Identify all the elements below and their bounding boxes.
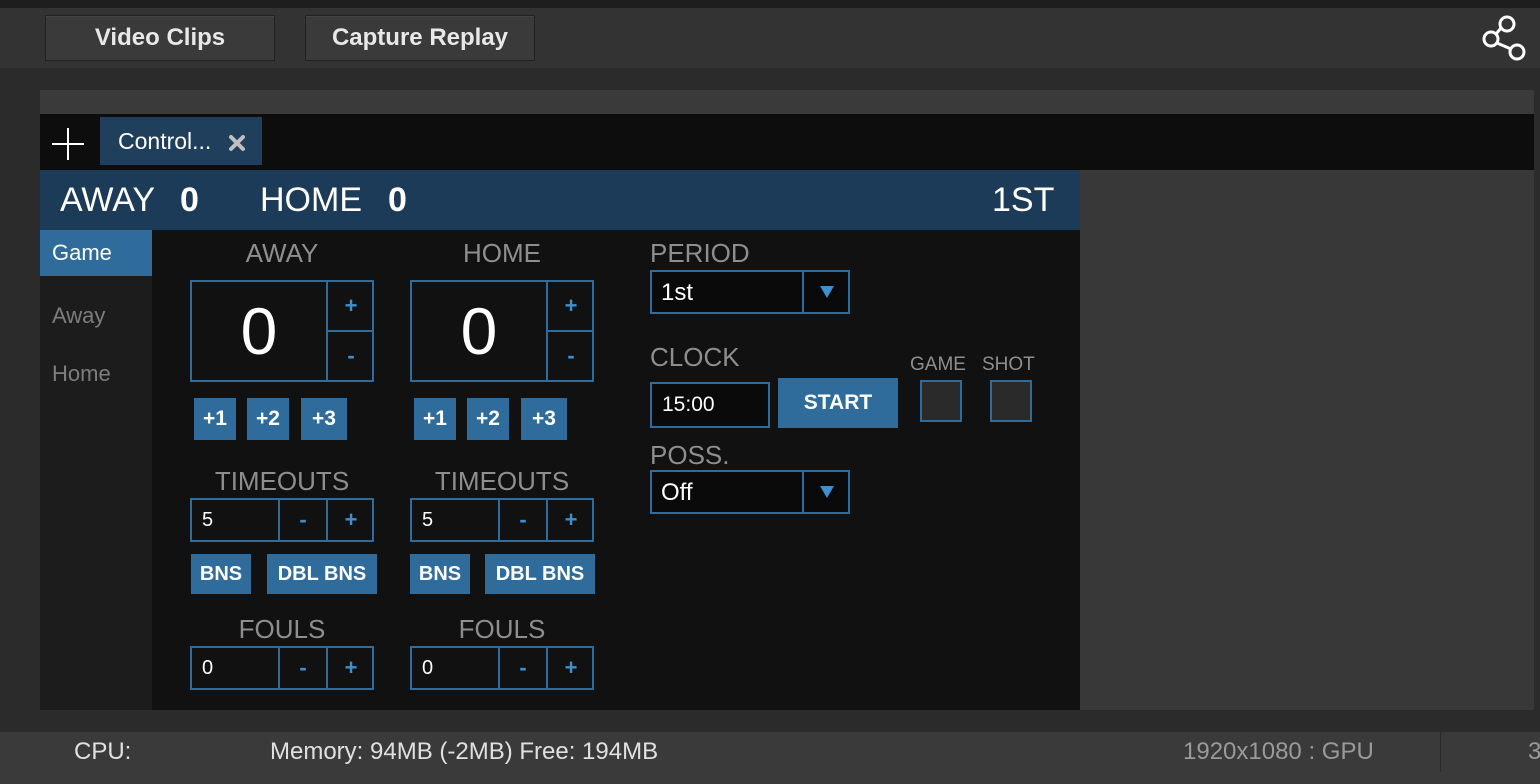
home-fouls-stepper: 0 - +	[410, 646, 594, 690]
home-plus1-button[interactable]: +1	[414, 398, 456, 440]
away-fouls-label: FOULS	[238, 614, 326, 644]
away-timeouts-value[interactable]: 5	[202, 500, 213, 540]
sidebar-item-label: Home	[52, 361, 111, 386]
game-clock-checkbox[interactable]	[920, 380, 962, 422]
home-team-label: HOME	[260, 180, 362, 219]
away-score-minus-button[interactable]: -	[326, 332, 374, 380]
away-fouls-value[interactable]: 0	[202, 648, 213, 688]
home-timeouts-stepper: 5 - +	[410, 498, 594, 542]
away-score-box: 0 + -	[190, 280, 374, 382]
home-score-plus-button[interactable]: +	[546, 282, 594, 332]
away-score-value: 0	[240, 294, 278, 368]
away-timeouts-label: TIMEOUTS	[214, 466, 350, 496]
sidebar-item-game[interactable]: Game	[40, 230, 152, 276]
away-plus2-button[interactable]: +2	[247, 398, 289, 440]
game-clock-label: GAME	[910, 354, 966, 375]
empty-panel-area	[1080, 170, 1534, 710]
away-column-label: AWAY	[245, 238, 319, 268]
resolution-readout: 1920x1080 : GPU	[1183, 738, 1374, 765]
possession-select[interactable]: Off	[650, 470, 850, 514]
tab-bar	[40, 114, 1534, 170]
away-timeouts-plus-button[interactable]: +	[326, 500, 374, 540]
home-plus2-button[interactable]: +2	[467, 398, 509, 440]
home-timeouts-plus-button[interactable]: +	[546, 500, 594, 540]
away-score-plus-button[interactable]: +	[326, 282, 374, 332]
period-label: PERIOD	[650, 238, 750, 268]
home-double-bonus-button[interactable]: DBL BNS	[485, 554, 595, 594]
close-icon[interactable]	[228, 134, 246, 152]
home-score-minus-button[interactable]: -	[546, 332, 594, 380]
sidebar-item-label: Game	[52, 240, 112, 265]
home-fouls-plus-button[interactable]: +	[546, 648, 594, 688]
home-plus3-button[interactable]: +3	[521, 398, 567, 440]
scoreboard-header: AWAY 0 HOME 0 1ST	[40, 170, 1080, 230]
possession-select-value: Off	[661, 479, 693, 506]
away-timeouts-stepper: 5 - +	[190, 498, 374, 542]
away-plus3-button[interactable]: +3	[301, 398, 347, 440]
away-bonus-button[interactable]: BNS	[191, 554, 251, 594]
clock-start-button[interactable]: START	[778, 378, 898, 428]
home-team-score: 0	[388, 180, 407, 219]
status-bar: CPU: Memory: 94MB (-2MB) Free: 194MB 192…	[0, 732, 1540, 784]
period-select-value: 1st	[661, 279, 694, 306]
away-double-bonus-button[interactable]: DBL BNS	[267, 554, 377, 594]
home-score-value: 0	[460, 294, 498, 368]
home-bonus-button[interactable]: BNS	[410, 554, 470, 594]
home-timeouts-value[interactable]: 5	[422, 500, 433, 540]
sidebar-item-label: Away	[52, 303, 106, 328]
away-plus1-button[interactable]: +1	[194, 398, 236, 440]
away-fouls-minus-button[interactable]: -	[278, 648, 326, 688]
period-select[interactable]: 1st	[650, 270, 850, 314]
panel-header-strip	[40, 90, 1534, 114]
home-fouls-value[interactable]: 0	[422, 648, 433, 688]
tab-control[interactable]: Control...	[100, 117, 262, 165]
add-tab-icon[interactable]	[50, 126, 86, 162]
status-divider	[1440, 732, 1441, 772]
clock-input[interactable]	[652, 384, 768, 426]
away-timeouts-minus-button[interactable]: -	[278, 500, 326, 540]
memory-readout: Memory: 94MB (-2MB) Free: 194MB	[270, 738, 659, 765]
toolbar: Video Clips Capture Replay	[0, 8, 1540, 68]
dropdown-arrow-icon	[802, 272, 850, 312]
away-fouls-plus-button[interactable]: +	[326, 648, 374, 688]
home-score-box: 0 + -	[410, 280, 594, 382]
home-timeouts-minus-button[interactable]: -	[498, 500, 546, 540]
sidebar-item-away[interactable]: Away	[40, 293, 152, 339]
home-timeouts-label: TIMEOUTS	[434, 466, 570, 496]
away-fouls-stepper: 0 - +	[190, 646, 374, 690]
home-fouls-minus-button[interactable]: -	[498, 648, 546, 688]
clock-field[interactable]	[650, 382, 770, 428]
sidebar-item-home[interactable]: Home	[40, 351, 152, 397]
shot-clock-label: SHOT	[982, 354, 1035, 375]
dropdown-arrow-icon	[802, 472, 850, 512]
clock-label: CLOCK	[650, 342, 740, 372]
share-nodes-icon[interactable]	[1480, 14, 1530, 62]
cpu-readout: CPU:	[74, 738, 132, 765]
home-column-label: HOME	[463, 238, 541, 268]
away-team-label: AWAY	[60, 180, 156, 219]
status-extra: 3	[1528, 738, 1540, 765]
window-top-strip	[0, 0, 1540, 8]
tab-control-label: Control...	[118, 127, 212, 154]
capture-replay-button[interactable]: Capture Replay	[305, 15, 535, 61]
shot-clock-checkbox[interactable]	[990, 380, 1032, 422]
home-fouls-label: FOULS	[458, 614, 546, 644]
away-team-score: 0	[180, 180, 199, 219]
sidebar: Game Away Home	[40, 230, 152, 710]
period-indicator: 1ST	[992, 180, 1055, 219]
possession-label: POSS.	[650, 440, 730, 470]
video-clips-button[interactable]: Video Clips	[45, 15, 275, 61]
